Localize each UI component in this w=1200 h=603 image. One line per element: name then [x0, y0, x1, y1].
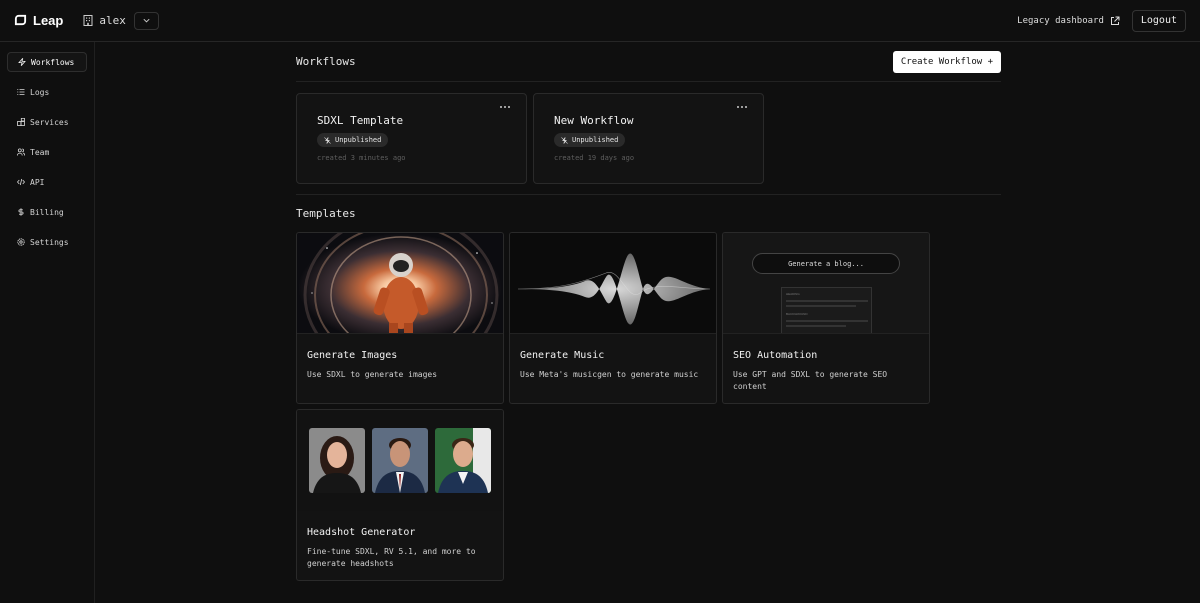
- workflows-header: Workflows Create Workflow +: [296, 42, 1001, 82]
- template-card-generate-music[interactable]: Generate Music Use Meta's musicgen to ge…: [509, 232, 717, 404]
- sidebar-item-workflows[interactable]: Workflows: [7, 52, 87, 72]
- astronaut-illustration: [303, 233, 499, 333]
- gear-icon: [17, 238, 25, 246]
- list-icon: [17, 89, 25, 95]
- template-title: Generate Music: [520, 350, 605, 361]
- created-timestamp: created 19 days ago: [554, 153, 635, 162]
- brand-logo[interactable]: Leap: [14, 13, 63, 28]
- sidebar-item-team[interactable]: Team: [7, 142, 87, 162]
- sidebar-item-label: Billing: [30, 207, 64, 217]
- template-description: Use SDXL to generate images: [307, 370, 438, 379]
- template-description: Fine-tune SDXL, RV 5.1, and more to gene…: [307, 547, 476, 568]
- workflow-title: SDXL Template: [317, 114, 404, 127]
- building-icon: [83, 15, 93, 26]
- template-grid: Generate Images Use SDXL to generate ima…: [296, 232, 1001, 581]
- waveform-illustration: [517, 253, 711, 325]
- more-options-icon[interactable]: [500, 104, 512, 110]
- services-icon: [17, 118, 25, 126]
- users-icon: [17, 148, 25, 156]
- sidebar-item-logs[interactable]: Logs: [7, 82, 87, 102]
- prompt-preview: Generate a blog...: [752, 253, 900, 274]
- template-card-seo-automation[interactable]: Generate a blog... HEADING BACKGROUND SE…: [722, 232, 930, 404]
- sidebar: Workflows Logs Services Team API Billing…: [0, 42, 95, 603]
- org-select-button[interactable]: [133, 11, 159, 30]
- headshot-image: [435, 428, 491, 493]
- headshots-thumbnail: [297, 410, 503, 511]
- status-text: Unpublished: [572, 136, 619, 144]
- background-label: BACKGROUND: [786, 312, 808, 316]
- page-title: Workflows: [296, 55, 356, 68]
- leap-logo-icon: [14, 14, 27, 26]
- template-description: Use Meta's musicgen to generate music: [520, 370, 699, 379]
- workflow-title: New Workflow: [554, 114, 634, 127]
- template-card-headshot-generator[interactable]: Headshot Generator Fine-tune SDXL, RV 5.…: [296, 409, 504, 581]
- templates-title: Templates: [296, 207, 356, 220]
- heading-label: HEADING: [786, 292, 800, 296]
- seo-preview-thumbnail: Generate a blog... HEADING BACKGROUND: [723, 233, 929, 334]
- sidebar-item-label: Settings: [30, 237, 69, 247]
- waveform-thumbnail: [510, 233, 716, 334]
- template-title: Generate Images: [307, 350, 398, 361]
- create-workflow-button[interactable]: Create Workflow +: [892, 50, 1001, 73]
- sidebar-item-api[interactable]: API: [7, 172, 87, 192]
- unpublished-icon: [324, 136, 331, 144]
- template-description: Use GPT and SDXL to generate SEO content: [733, 370, 888, 391]
- dollar-icon: [18, 208, 24, 216]
- workflow-list: SDXL Template Unpublished created 3 minu…: [296, 93, 1001, 184]
- headshot-image: [372, 428, 428, 493]
- document-preview: HEADING BACKGROUND: [781, 287, 872, 333]
- sidebar-item-services[interactable]: Services: [7, 112, 87, 132]
- org-switcher[interactable]: alex: [83, 14, 126, 27]
- legacy-dashboard-label: Legacy dashboard: [1017, 15, 1104, 26]
- chevron-down-icon: [143, 18, 150, 23]
- workflow-card[interactable]: New Workflow Unpublished created 19 days…: [533, 93, 764, 184]
- top-bar: Leap alex Legacy dashboard Logout: [0, 0, 1200, 42]
- status-badge: Unpublished: [554, 133, 626, 147]
- app-root: Leap alex Legacy dashboard Logout Workfl…: [0, 0, 1200, 603]
- status-badge: Unpublished: [317, 133, 389, 147]
- external-link-icon: [1110, 16, 1120, 25]
- org-name: alex: [99, 14, 126, 27]
- brand-name: Leap: [33, 13, 64, 28]
- template-title: Headshot Generator: [307, 527, 416, 538]
- created-timestamp: created 3 minutes ago: [317, 153, 406, 162]
- sidebar-item-label: API: [30, 177, 45, 187]
- sidebar-item-billing[interactable]: Billing: [7, 202, 87, 222]
- sidebar-item-label: Team: [30, 147, 50, 157]
- sidebar-item-label: Logs: [30, 87, 50, 97]
- status-text: Unpublished: [335, 136, 382, 144]
- sidebar-item-label: Workflows: [31, 57, 75, 67]
- unpublished-icon: [561, 136, 568, 144]
- sidebar-item-settings[interactable]: Settings: [7, 232, 87, 252]
- workflow-card[interactable]: SDXL Template Unpublished created 3 minu…: [296, 93, 527, 184]
- more-options-icon[interactable]: [737, 104, 749, 110]
- headshot-image: [309, 428, 365, 493]
- main-content: Workflows Create Workflow + SDXL Templat…: [296, 42, 1001, 581]
- logout-button[interactable]: Logout: [1131, 9, 1186, 32]
- sidebar-item-label: Services: [30, 117, 69, 127]
- bolt-icon: [18, 58, 26, 66]
- code-icon: [17, 178, 25, 186]
- template-title: SEO Automation: [733, 350, 818, 361]
- section-divider: [296, 194, 1001, 195]
- astronaut-thumbnail: [297, 233, 503, 334]
- legacy-dashboard-link[interactable]: Legacy dashboard: [1017, 16, 1120, 26]
- template-card-generate-images[interactable]: Generate Images Use SDXL to generate ima…: [296, 232, 504, 404]
